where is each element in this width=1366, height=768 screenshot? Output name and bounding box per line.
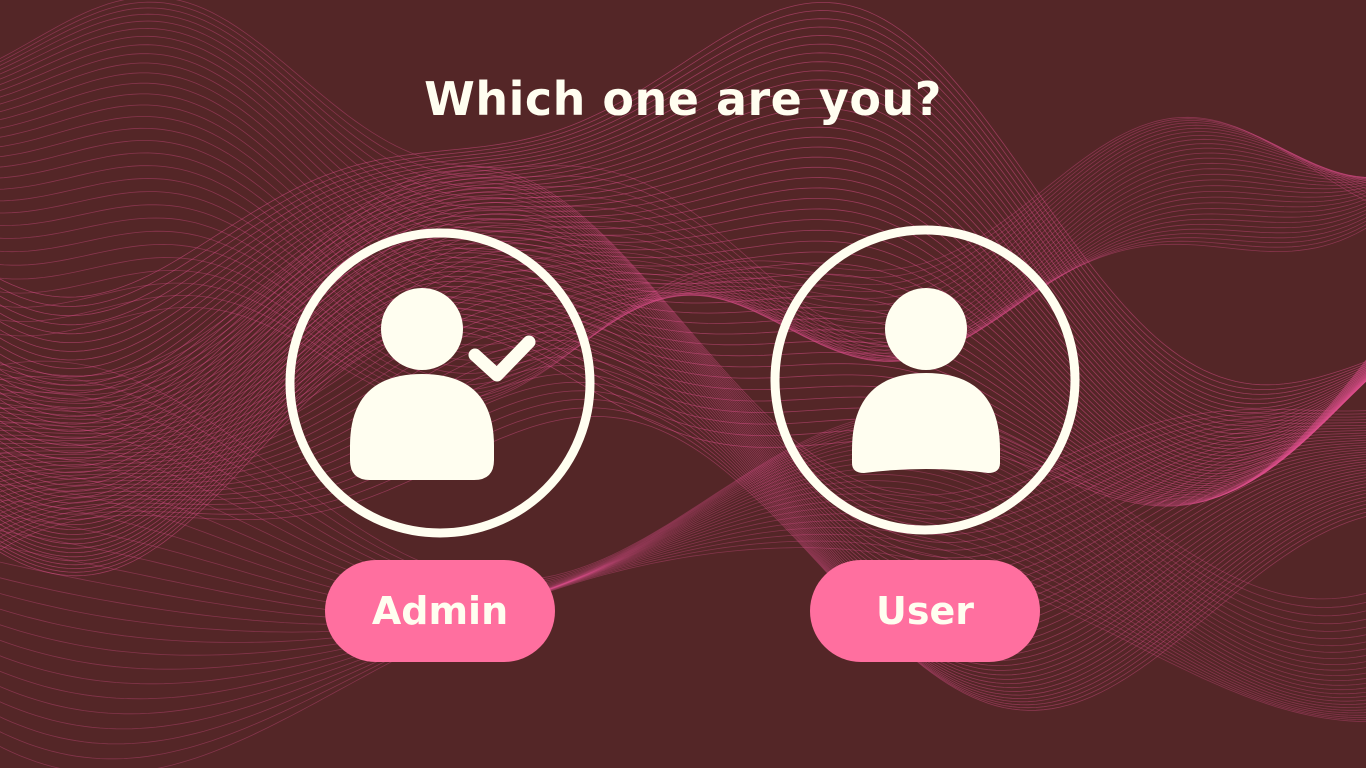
user-button[interactable]: User	[810, 560, 1040, 662]
wave-line	[0, 104, 1366, 357]
wave-line	[0, 365, 1366, 692]
role-option-admin: Admin	[285, 228, 595, 668]
wave-line	[0, 116, 1366, 354]
user-avatar[interactable]	[770, 225, 1080, 535]
wave-line	[0, 79, 1366, 427]
wave-line	[0, 177, 1366, 463]
wave-line	[0, 13, 1366, 355]
wave-line	[0, 126, 1366, 446]
role-selection-screen: Which one are you? Admin User	[0, 0, 1366, 768]
wave-line	[0, 166, 1366, 460]
user-check-icon	[285, 228, 595, 538]
role-option-user: User	[770, 225, 1080, 665]
wave-line	[0, 280, 1366, 540]
wave-line	[0, 292, 1366, 651]
page-title: Which one are you?	[424, 72, 942, 126]
wave-line	[0, 256, 1366, 622]
wave-line	[0, 533, 1366, 745]
wave-line	[0, 300, 1366, 656]
wave-line	[0, 0, 1366, 345]
admin-button[interactable]: Admin	[325, 560, 555, 662]
wave-line	[0, 140, 1366, 348]
admin-avatar[interactable]	[285, 228, 595, 538]
wave-line	[0, 127, 1366, 386]
user-icon	[770, 225, 1080, 535]
wave-line	[0, 520, 1366, 715]
